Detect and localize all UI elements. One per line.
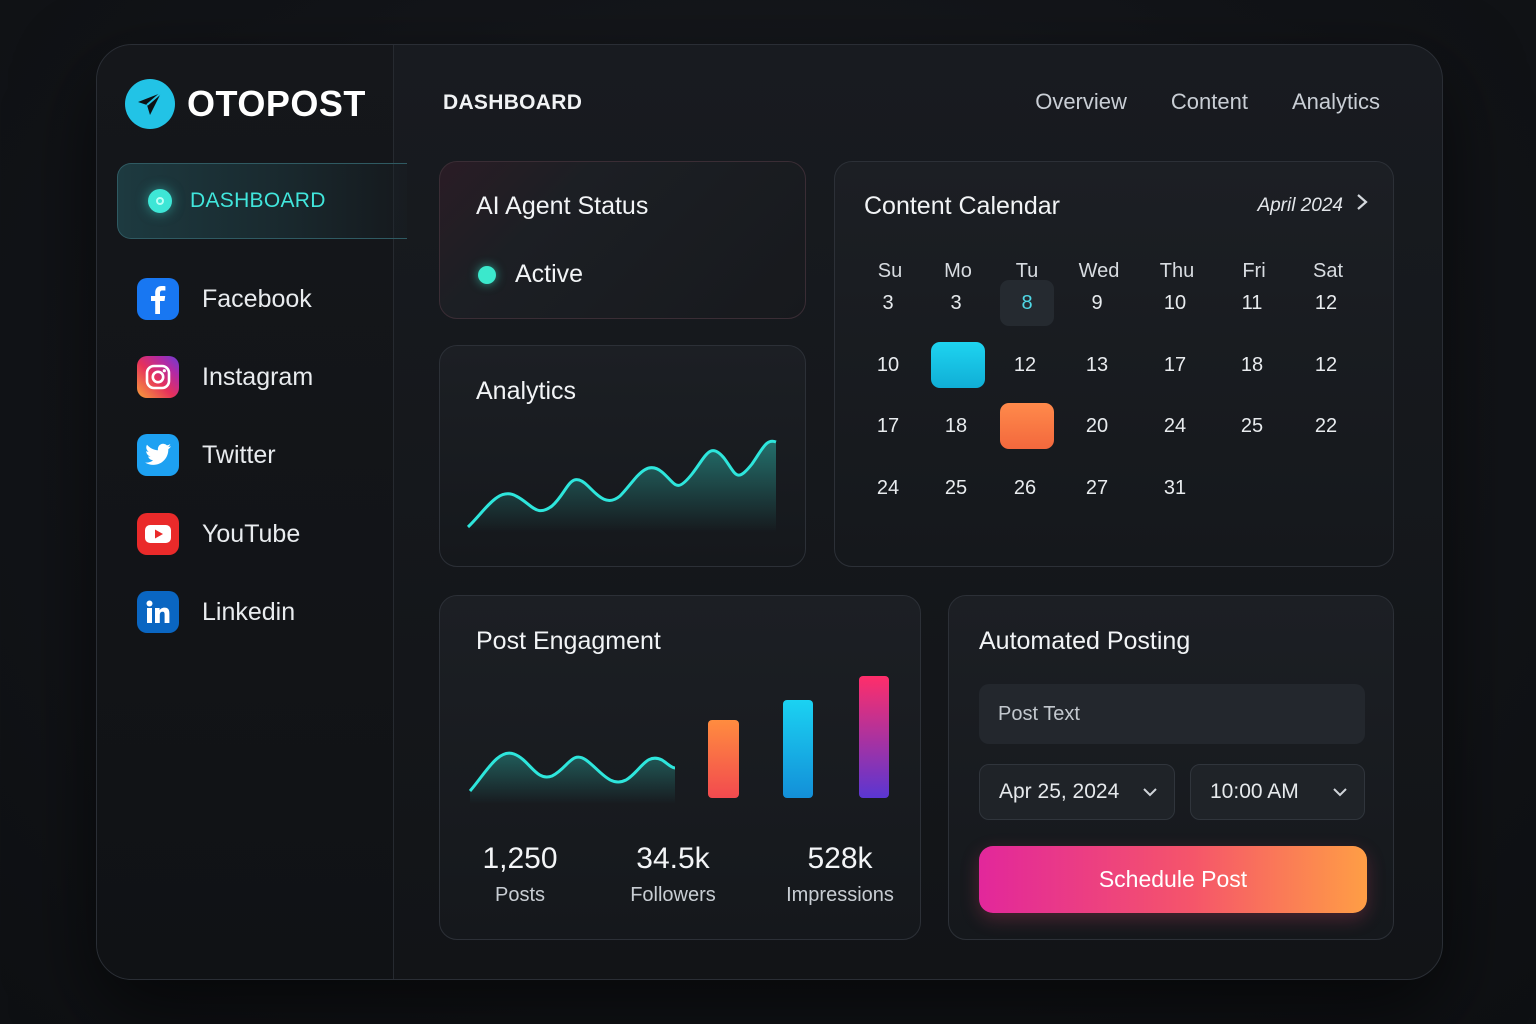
calendar-day[interactable]: 25	[926, 465, 986, 511]
sidebar-item-label: Facebook	[202, 284, 312, 313]
calendar-day[interactable]: 18	[1222, 342, 1282, 388]
twitter-icon	[137, 434, 179, 476]
calendar-day[interactable]: 10	[1145, 280, 1205, 326]
stat-impressions-label: Impressions	[786, 884, 894, 906]
stat-posts-label: Posts	[494, 884, 546, 906]
status-text: Active	[515, 260, 584, 288]
sidebar-item-label: Twitter	[202, 440, 276, 469]
sidebar-item-label: Instagram	[202, 362, 314, 391]
card-title: Automated Posting	[979, 627, 1191, 655]
calendar-month[interactable]: April 2024	[1257, 195, 1343, 217]
calendar-day[interactable]: 24	[1145, 403, 1205, 449]
calendar-day[interactable]: 9	[1067, 280, 1127, 326]
linkedin-icon	[137, 591, 179, 633]
calendar-day[interactable]: 17	[858, 403, 918, 449]
engagement-bar-cyan	[783, 700, 813, 798]
sidebar-item-dashboard[interactable]: DASHBOARD	[117, 163, 407, 239]
chevron-down-icon	[1332, 782, 1348, 806]
brand-name: OTOPOST	[187, 83, 366, 124]
page-title: DASHBOARD	[443, 91, 583, 114]
analytics-sparkline	[466, 439, 777, 532]
calendar-day[interactable]: 3	[926, 280, 986, 326]
chevron-down-icon	[1142, 782, 1158, 806]
calendar-day[interactable]: 3	[858, 280, 918, 326]
calendar-day[interactable]: 10	[858, 342, 918, 388]
calendar-day[interactable]: 20	[1067, 403, 1127, 449]
calendar-scheduled-day[interactable]	[1000, 403, 1054, 449]
engagement-bar-orange	[708, 720, 739, 798]
top-tabs: Overview Content Analytics	[1035, 89, 1380, 115]
card-title: Post Engagment	[476, 627, 661, 655]
date-select-value: Apr 25, 2024	[999, 780, 1120, 803]
sidebar-item-instagram[interactable]: Instagram	[137, 355, 313, 399]
status-dot	[478, 265, 496, 284]
calendar-day[interactable]: 25	[1222, 403, 1282, 449]
calendar-day[interactable]: 24	[858, 465, 918, 511]
agent-status: Active	[478, 260, 583, 289]
youtube-icon	[137, 513, 179, 555]
calendar-day[interactable]: 8	[1000, 280, 1054, 326]
tab-overview[interactable]: Overview	[1035, 89, 1127, 115]
post-text-input[interactable]	[979, 684, 1365, 744]
calendar-day[interactable]: 27	[1067, 465, 1127, 511]
ai-agent-status-card: AI Agent Status Active	[439, 161, 806, 319]
instagram-icon	[137, 356, 179, 398]
post-engagement-card: Post Engagment 1,250 Posts 34.5k Followe…	[439, 595, 921, 940]
stat-posts-value: 1,250	[482, 842, 558, 875]
facebook-icon	[137, 278, 179, 320]
stat-impressions-value: 528k	[807, 842, 873, 875]
tab-content[interactable]: Content	[1171, 89, 1248, 115]
calendar-day[interactable]: 22	[1296, 403, 1356, 449]
sidebar: OTOPOST DASHBOARD Facebook Instagram Twi…	[97, 45, 407, 979]
dashboard-icon	[148, 189, 172, 213]
sidebar-item-facebook[interactable]: Facebook	[137, 277, 312, 321]
content-calendar-card: Content Calendar April 2024 Su Mo Tu Wed Thu…	[834, 161, 1394, 567]
chevron-right-icon[interactable]	[1355, 192, 1369, 218]
calendar-day[interactable]: 18	[926, 403, 986, 449]
tab-analytics[interactable]: Analytics	[1292, 89, 1380, 115]
schedule-post-button[interactable]: Schedule Post	[979, 846, 1367, 913]
calendar-day[interactable]: 17	[1145, 342, 1205, 388]
sidebar-item-youtube[interactable]: YouTube	[137, 512, 300, 556]
brand[interactable]: OTOPOST	[125, 79, 366, 129]
analytics-area	[468, 441, 776, 532]
card-title: Content Calendar	[864, 192, 1060, 220]
calendar-day[interactable]: 26	[995, 465, 1055, 511]
main-content: DASHBOARD Overview Content Analytics AI …	[394, 45, 1442, 979]
engagement-bar-pink	[859, 676, 889, 798]
card-title: AI Agent Status	[476, 192, 649, 220]
stat-followers-label: Followers	[630, 884, 716, 906]
analytics-card: Analytics	[439, 345, 806, 567]
time-select[interactable]: 10:00 AM	[1190, 764, 1365, 820]
calendar-day[interactable]: 12	[1296, 280, 1356, 326]
time-select-value: 10:00 AM	[1210, 780, 1299, 803]
sidebar-item-label: Linkedin	[202, 597, 296, 626]
sidebar-item-label: DASHBOARD	[190, 189, 326, 212]
calendar-day[interactable]: 31	[1145, 465, 1205, 511]
calendar-day[interactable]: 12	[995, 342, 1055, 388]
sidebar-item-twitter[interactable]: Twitter	[137, 433, 276, 477]
date-select[interactable]: Apr 25, 2024	[979, 764, 1175, 820]
stat-followers-value: 34.5k	[636, 842, 710, 875]
calendar-day[interactable]: 13	[1067, 342, 1127, 388]
calendar-day[interactable]: 11	[1222, 280, 1282, 326]
calendar-day[interactable]: 12	[1296, 342, 1356, 388]
app-window: OTOPOST DASHBOARD Facebook Instagram Twi…	[96, 44, 1443, 980]
paper-plane-icon	[125, 79, 175, 129]
automated-posting-card: Automated Posting Apr 25, 2024 10:00 AM …	[948, 595, 1394, 940]
sidebar-item-label: YouTube	[202, 519, 301, 548]
sidebar-item-linkedin[interactable]: Linkedin	[137, 590, 295, 634]
calendar-scheduled-day[interactable]	[931, 342, 985, 388]
